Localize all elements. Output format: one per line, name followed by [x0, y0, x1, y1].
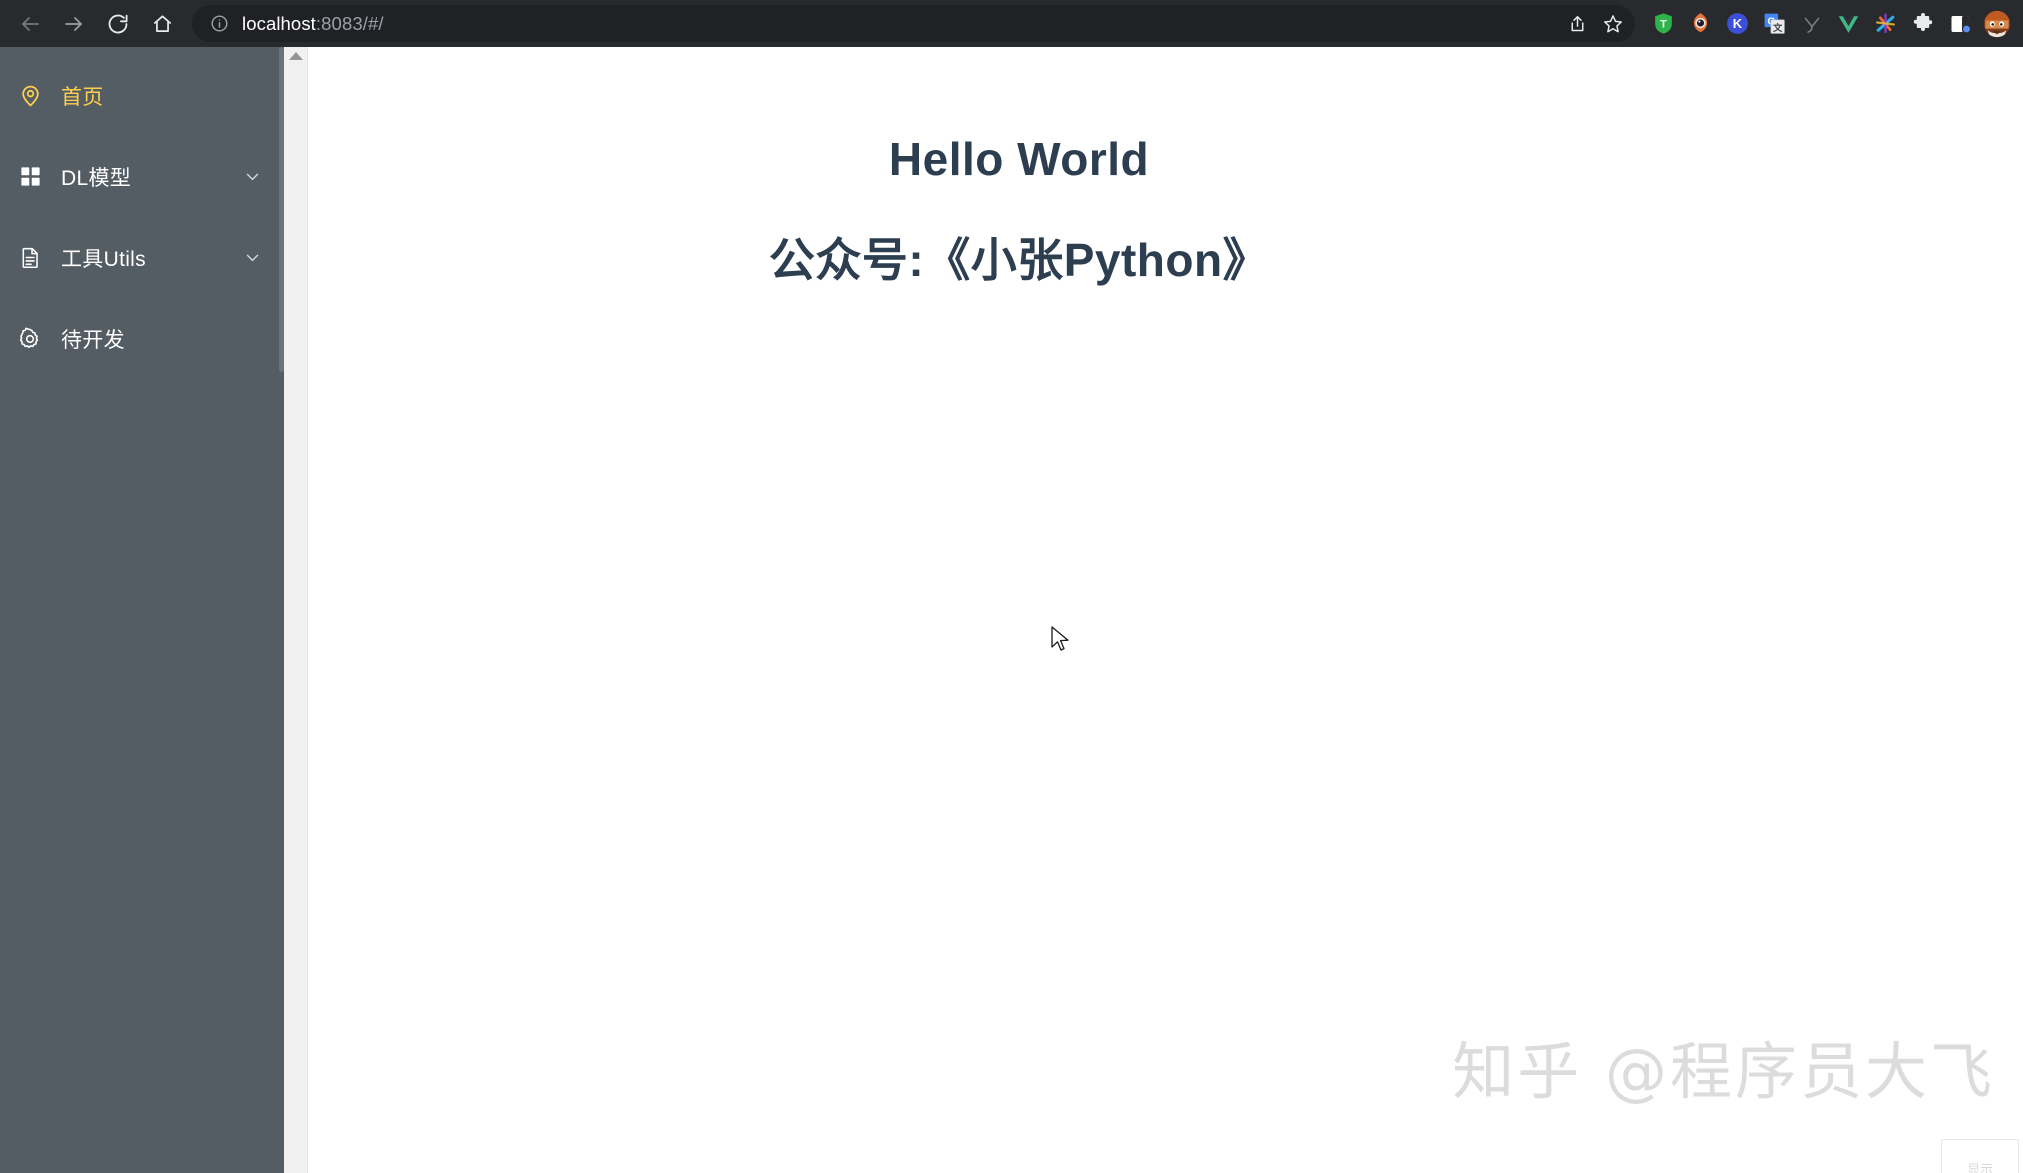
svg-text:K: K: [1733, 16, 1743, 31]
corner-overlay-box: 显示: [1941, 1139, 2019, 1173]
share-icon: [1571, 16, 1583, 32]
svg-text:T: T: [1660, 18, 1667, 30]
sidebar-navigation: 首页 DL模型 工具Utils 待开发: [0, 47, 284, 1173]
sidebar-item-dl-model-label: DL模型: [61, 166, 132, 190]
keepa-extension-icon[interactable]: K: [1719, 4, 1756, 44]
eye-extension-icon[interactable]: [1682, 4, 1719, 44]
forward-arrow-icon: [65, 16, 82, 31]
reload-icon: [108, 14, 128, 33]
svg-text:文: 文: [1772, 22, 1783, 34]
sidebar-item-home-label: 首页: [61, 85, 104, 109]
watermark: 知乎 @程序员大飞: [1452, 1035, 1995, 1108]
url-path: :8083/#/: [315, 12, 384, 34]
page-subtitle: 公众号:《小张Python》: [768, 234, 1270, 286]
gear-icon: [12, 321, 48, 357]
extensions-puzzle-icon[interactable]: [1904, 4, 1941, 44]
chevron-down-icon[interactable]: [242, 248, 262, 268]
y-extension-icon[interactable]: [1793, 4, 1830, 44]
sidebar-item-todo[interactable]: 待开发: [0, 298, 284, 379]
browser-toolbar: localhost:8083/#/ T K 文: [0, 0, 2023, 47]
url-text: localhost:8083/#/: [242, 13, 1559, 35]
sidebar-item-utils-label: 工具Utils: [61, 247, 146, 271]
grid-icon: [12, 159, 48, 195]
scroll-up-arrow-icon[interactable]: [288, 52, 303, 60]
page-scrollbar[interactable]: [284, 47, 308, 1173]
share-button[interactable]: [1559, 8, 1595, 40]
home-icon: [153, 15, 171, 33]
main-content: Hello World 公众号:《小张Python》 知乎 @程序员大飞 显示: [309, 47, 2023, 1173]
star-icon: [1604, 14, 1622, 32]
url-host: localhost: [242, 12, 316, 34]
vue-devtools-icon[interactable]: [1830, 4, 1867, 44]
info-circle-icon[interactable]: [206, 11, 232, 37]
google-translate-icon[interactable]: G 文: [1756, 4, 1793, 44]
reload-button[interactable]: [96, 4, 140, 44]
sidebar-item-utils[interactable]: 工具Utils: [0, 217, 284, 298]
sidebar-item-home[interactable]: 首页: [0, 55, 284, 136]
back-arrow-icon: [22, 16, 39, 31]
sidebar-item-dl-model[interactable]: DL模型: [0, 136, 284, 217]
chevron-down-icon[interactable]: [242, 167, 262, 187]
side-panel-icon[interactable]: [1941, 4, 1978, 44]
extensions-strip: T K G 文: [1641, 4, 2015, 44]
page-viewport: 首页 DL模型 工具Utils 待开发 Hello World 公众号:《小张P…: [0, 47, 2023, 1173]
location-pin-icon: [12, 78, 48, 114]
bookmark-button[interactable]: [1595, 8, 1631, 40]
home-button[interactable]: [140, 4, 184, 44]
sidebar-item-todo-label: 待开发: [61, 328, 125, 352]
asterisk-extension-icon[interactable]: [1867, 4, 1904, 44]
page-title: Hello World: [888, 133, 1150, 185]
forward-button[interactable]: [52, 4, 96, 44]
tampermonkey-icon[interactable]: T: [1645, 4, 1682, 44]
document-icon: [12, 240, 48, 276]
address-bar[interactable]: localhost:8083/#/: [192, 5, 1635, 42]
profile-avatar[interactable]: [1978, 4, 2015, 44]
back-button[interactable]: [8, 4, 52, 44]
